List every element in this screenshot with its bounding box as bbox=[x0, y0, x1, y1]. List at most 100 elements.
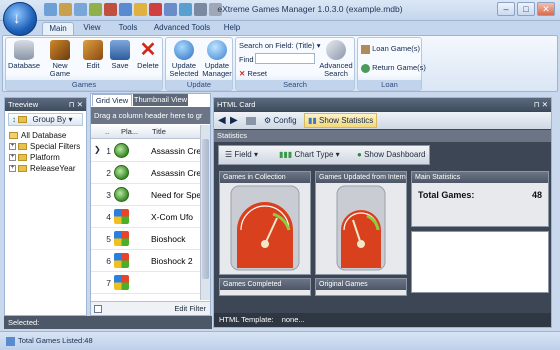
loan-games-button[interactable]: Loan Game(s) bbox=[361, 44, 420, 54]
return-icon bbox=[361, 63, 370, 73]
delete-icon: ✕ bbox=[139, 39, 157, 61]
tree-item-release-year[interactable]: + ReleaseYear bbox=[9, 164, 76, 175]
wrench-icon: ⚙ bbox=[264, 116, 274, 125]
tree-item-label: ReleaseYear bbox=[30, 164, 76, 173]
find-label: Find bbox=[239, 55, 254, 64]
tree-item-all-database[interactable]: All Database bbox=[9, 131, 66, 142]
edit-filter-button[interactable]: Edit Filter bbox=[174, 302, 206, 316]
table-row[interactable]: 7 bbox=[91, 272, 201, 294]
update-group: Update Selected Update Manager Update bbox=[165, 37, 233, 91]
print-icon[interactable] bbox=[246, 117, 256, 125]
chart-type-dropdown[interactable]: ▮▮▮ Chart Type ▾ bbox=[279, 146, 340, 164]
show-dashboard-label: Show Dashboard bbox=[364, 150, 426, 159]
group-drag-area[interactable]: Drag a column header here to gr bbox=[91, 107, 210, 124]
forward-icon[interactable]: ▶ bbox=[230, 112, 238, 129]
new-game-label: New Game bbox=[49, 61, 71, 78]
table-row[interactable]: 4 X-Com Ufo bbox=[91, 206, 201, 228]
new-game-icon bbox=[50, 40, 70, 60]
html-template-label: HTML Template: bbox=[219, 315, 274, 324]
grid-scrollbar[interactable] bbox=[200, 125, 210, 300]
xbox-icon bbox=[114, 187, 129, 202]
field-dropdown[interactable]: ☰ Field ▾ bbox=[225, 146, 258, 164]
config-button[interactable]: ⚙ Config bbox=[264, 112, 297, 129]
pin-icon[interactable]: ⊓ ✕ bbox=[534, 98, 548, 111]
tab-advanced-tools[interactable]: Advanced Tools bbox=[152, 22, 212, 35]
tab-tools[interactable]: Tools bbox=[112, 22, 144, 35]
expand-icon[interactable]: + bbox=[9, 165, 16, 173]
advanced-search-label: Advanced Search bbox=[319, 61, 353, 78]
tile-title: Main Statistics bbox=[412, 172, 548, 183]
new-game-button[interactable]: New Game bbox=[42, 40, 78, 80]
show-statistics-button[interactable]: ▮▮ Show Statistics bbox=[304, 113, 378, 128]
gauge-icon bbox=[336, 185, 386, 271]
tree-item-special-filters[interactable]: + Special Filters bbox=[9, 142, 80, 153]
column-header-platform[interactable]: Pla... bbox=[121, 125, 138, 139]
return-games-button[interactable]: Return Game(s) bbox=[361, 63, 426, 73]
tab-thumbnail-view[interactable]: Thumbnail View bbox=[133, 94, 188, 106]
windows-icon bbox=[114, 253, 129, 268]
database-button[interactable]: Database bbox=[8, 40, 40, 80]
close-button[interactable]: ✕ bbox=[537, 2, 555, 16]
tab-main[interactable]: Main bbox=[42, 22, 74, 35]
table-row[interactable]: 6 Bioshock 2 bbox=[91, 250, 201, 272]
total-games-listed: Total Games Listed:48 bbox=[18, 336, 93, 345]
html-template-dropdown[interactable]: none... bbox=[282, 315, 305, 324]
tree-item-platform[interactable]: + Platform bbox=[9, 153, 60, 164]
table-row[interactable]: ❯ 1 Assassin Cre bbox=[91, 140, 201, 162]
selected-bar: Selected: bbox=[4, 316, 212, 329]
show-statistics-label: Show Statistics bbox=[319, 116, 374, 125]
table-row[interactable]: 3 Need for Spe bbox=[91, 184, 201, 206]
row-number: 5 bbox=[106, 234, 111, 244]
table-row[interactable]: 5 Bioshock bbox=[91, 228, 201, 250]
tab-help[interactable]: Help bbox=[218, 22, 246, 35]
tile-title: Games in Collection bbox=[220, 172, 310, 183]
filter-checkbox[interactable] bbox=[94, 305, 102, 313]
card-toolbar: ◀ ▶ ⚙ Config ▮▮ Show Statistics bbox=[214, 112, 551, 129]
folder-icon bbox=[18, 165, 27, 173]
row-number: 1 bbox=[106, 146, 111, 156]
row-number: 7 bbox=[106, 278, 111, 288]
search-field-dropdown[interactable]: Search on Field: (Title) ▾ bbox=[239, 41, 320, 50]
loan-group-label: Loan bbox=[358, 80, 421, 90]
tile-games-in-collection: Games in Collection bbox=[219, 171, 311, 275]
application-menu-button[interactable]: ↓ bbox=[3, 2, 37, 36]
row-number: 3 bbox=[106, 190, 111, 200]
games-group: Database New Game Edit Save ✕ Delete Gam… bbox=[5, 37, 163, 91]
tile-title: Games Updated from Internet bbox=[316, 172, 406, 183]
main-statistics-chart-area bbox=[411, 231, 549, 293]
row-title: Bioshock bbox=[151, 234, 186, 244]
xbox-icon bbox=[114, 143, 129, 158]
status-icon bbox=[6, 336, 15, 346]
scrollbar-thumb[interactable] bbox=[202, 139, 209, 279]
folder-icon bbox=[18, 154, 27, 162]
tab-view[interactable]: View bbox=[78, 22, 106, 35]
config-label: Config bbox=[273, 116, 297, 125]
row-number: 2 bbox=[106, 168, 111, 178]
delete-button[interactable]: ✕ Delete bbox=[134, 40, 162, 80]
windows-icon bbox=[114, 275, 129, 290]
pin-icon[interactable]: ⊓ ✕ bbox=[69, 98, 83, 111]
row-title: Assassin Cre bbox=[151, 146, 201, 156]
maximize-button[interactable]: □ bbox=[517, 2, 535, 16]
chevron-down-icon: ▾ bbox=[333, 150, 340, 159]
edit-button[interactable]: Edit bbox=[80, 40, 106, 80]
advanced-search-button[interactable]: Advanced Search bbox=[318, 40, 354, 80]
expand-icon[interactable]: + bbox=[9, 143, 16, 151]
group-by-dropdown[interactable]: ↕ Group By ▾ bbox=[8, 113, 83, 126]
update-manager-button[interactable]: Update Manager bbox=[200, 40, 234, 80]
table-row[interactable]: 2 Assassin Cre bbox=[91, 162, 201, 184]
reset-button[interactable]: ✕ Reset bbox=[239, 69, 267, 78]
update-selected-button[interactable]: Update Selected bbox=[167, 40, 201, 80]
column-header-number[interactable]: .. bbox=[105, 125, 109, 139]
minimize-button[interactable]: – bbox=[497, 2, 515, 16]
loan-group: Loan Game(s) Return Game(s) Loan bbox=[357, 37, 426, 91]
save-button[interactable]: Save bbox=[107, 40, 133, 80]
html-card-title: HTML Card bbox=[217, 100, 256, 109]
find-input[interactable] bbox=[255, 53, 315, 64]
row-title: Need for Spe bbox=[151, 190, 201, 200]
column-header-title[interactable]: Title bbox=[152, 125, 166, 139]
tab-grid-view[interactable]: Grid View bbox=[92, 94, 132, 106]
show-dashboard-button[interactable]: ● Show Dashboard bbox=[357, 146, 425, 164]
expand-icon[interactable]: + bbox=[9, 154, 16, 162]
back-icon[interactable]: ◀ bbox=[218, 112, 226, 129]
